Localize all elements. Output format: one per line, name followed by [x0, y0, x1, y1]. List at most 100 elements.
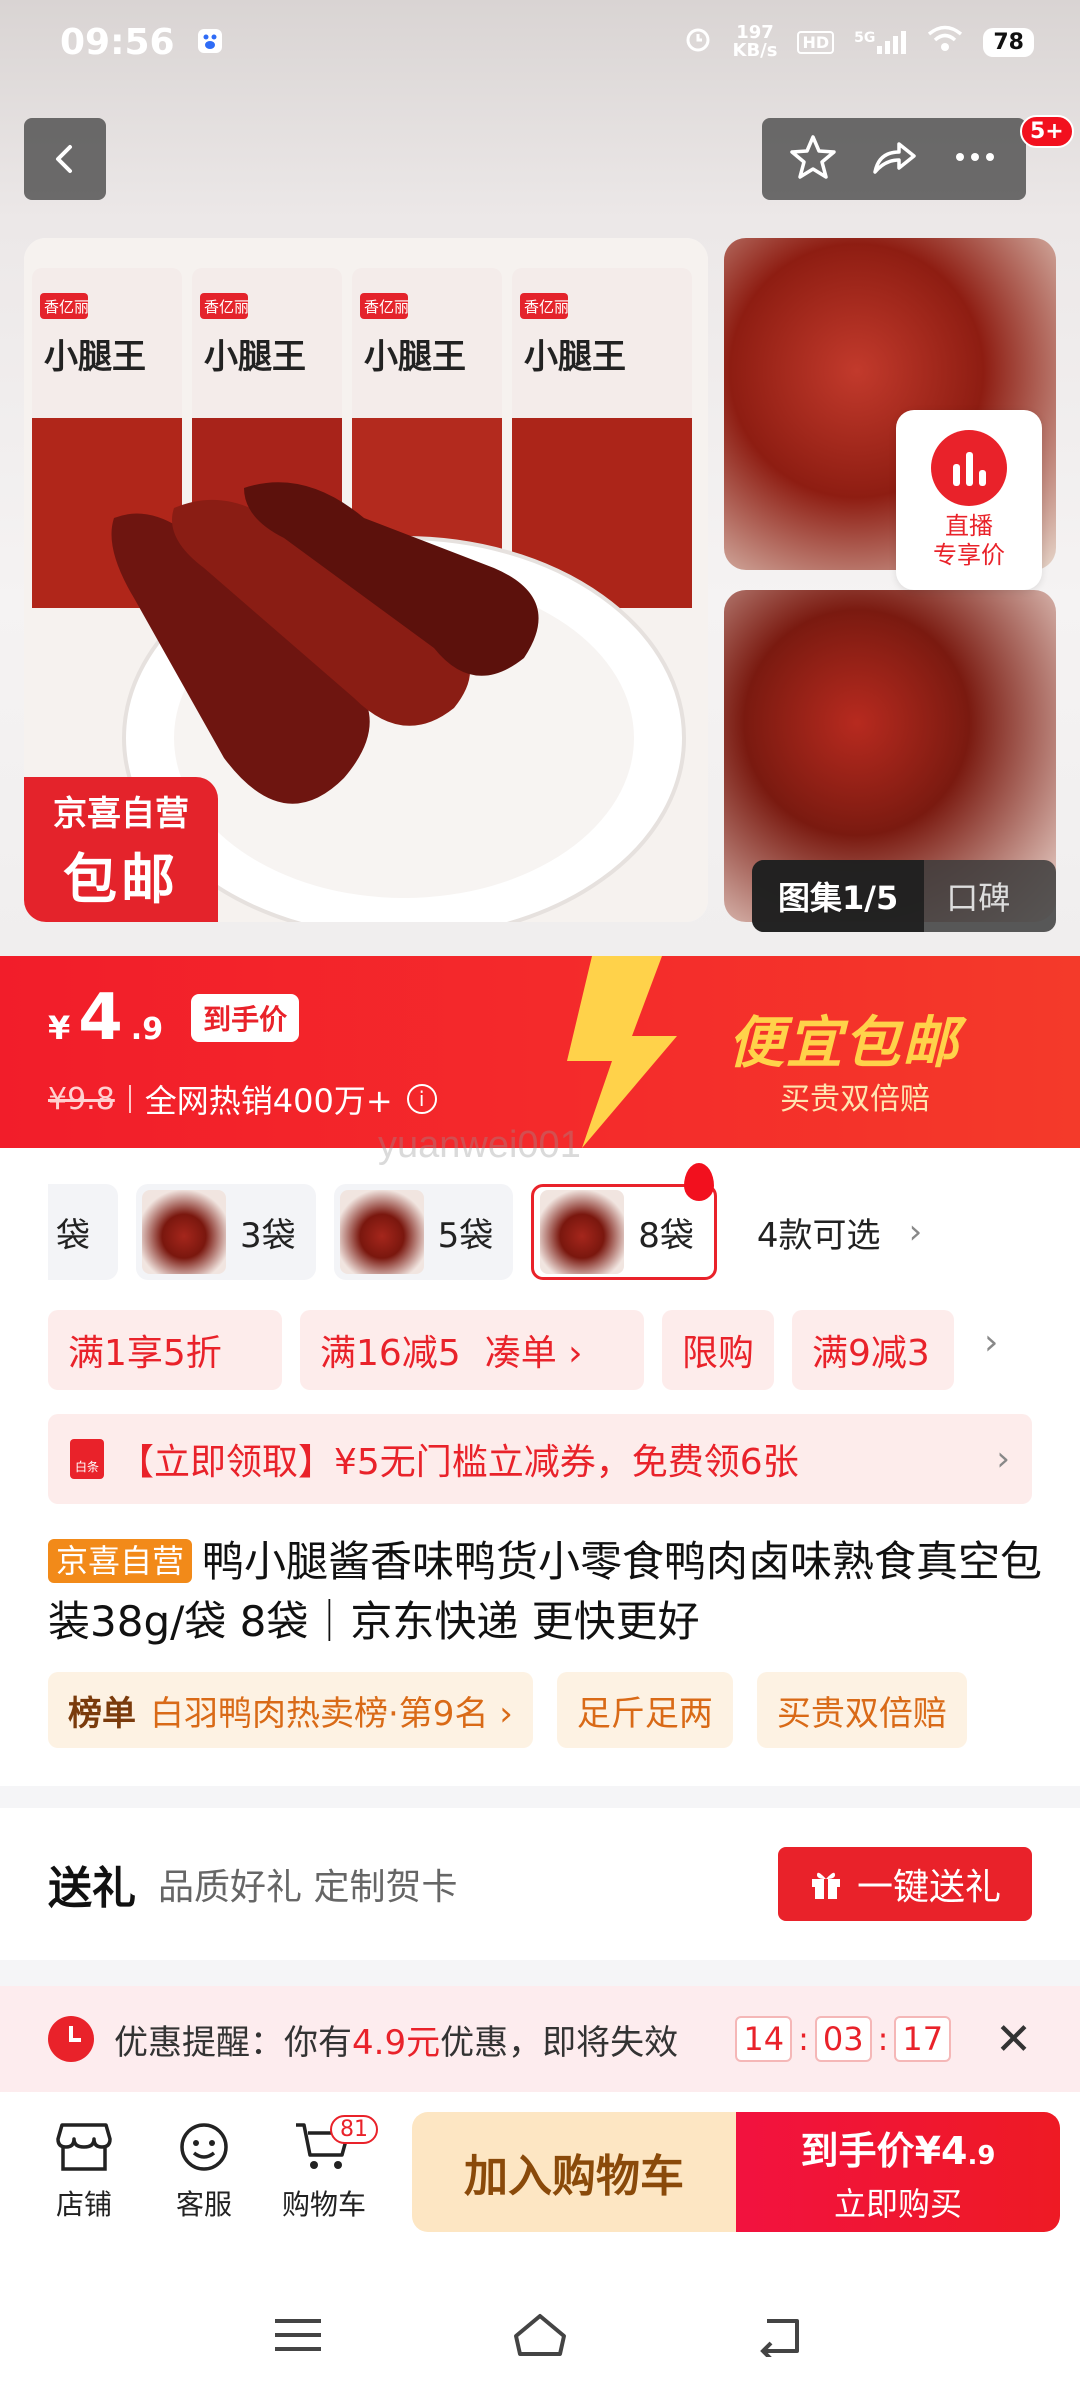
spec-label: 5袋: [437, 1215, 494, 1256]
free-shipping-badge: 京喜自营 包邮: [24, 777, 218, 922]
spec-label: 袋: [56, 1215, 90, 1256]
send-gift-button[interactable]: 一键送礼: [778, 1847, 1032, 1921]
spec-thumb: [339, 1190, 424, 1274]
promo-tag[interactable]: 满1享5折: [48, 1310, 282, 1390]
weight-tag[interactable]: 足斤足两: [556, 1672, 733, 1748]
price-banner: ¥ 4 .9 到手价 ¥9.8 全网热销400万+ i 便宜包邮 买贵双倍赔: [0, 956, 1080, 1148]
ranking-label: 榜单: [68, 1693, 136, 1734]
svg-text:小腿王: 小腿王: [44, 337, 146, 377]
svg-text:小腿王: 小腿王: [204, 337, 306, 377]
live-label: 直播 专享价: [933, 512, 1005, 569]
section-divider: [0, 1786, 1080, 1808]
buy-now-button[interactable]: 到手价¥4.9 立即购买: [736, 2112, 1060, 2232]
net-speed: 197 KB/s: [732, 22, 778, 61]
store-button[interactable]: 店铺: [24, 2121, 144, 2223]
gift-title: 送礼: [48, 1863, 136, 1914]
customer-service-button[interactable]: 客服: [144, 2121, 264, 2223]
gift-section: 送礼 品质好礼 定制贺卡 一键送礼: [0, 1808, 1080, 1960]
store-icon: [56, 2123, 112, 2171]
svg-text:香亿丽: 香亿丽: [364, 298, 409, 316]
buy-price: 到手价¥4.9: [800, 2128, 996, 2173]
top-actions: [762, 118, 1026, 200]
watermark: yuanwei001: [378, 1124, 581, 1166]
price-currency: ¥: [48, 1009, 71, 1047]
promo-tag[interactable]: 限购: [662, 1310, 775, 1390]
spec-option-5[interactable]: 5袋: [333, 1184, 514, 1280]
info-icon[interactable]: i: [406, 1084, 437, 1114]
product-title-text: 鸭小腿酱香味鸭货小零食鸭肉卤味熟食真空包装38g/袋 8袋｜京东快递 更快更好: [48, 1537, 1043, 1646]
notification-badge: 5+: [1020, 115, 1074, 148]
gift-desc: 品质好礼 定制贺卡: [158, 1867, 458, 1908]
promotion-tags: 满1享5折 满16减5 凑单 › 限购 满9减3: [48, 1310, 955, 1390]
promo-label: 满16减5: [320, 1333, 461, 1374]
banner-title: 便宜包邮: [728, 1011, 960, 1076]
free-shipping-label: 包邮: [63, 847, 179, 911]
discount-reminder: 优惠提醒：你有 4.9元 优惠，即将失效 14: 03: 17 ✕: [0, 1986, 1080, 2092]
ranking-text: 白羽鸭肉热卖榜·第9名 ›: [150, 1693, 513, 1734]
signal-icon: 5G: [854, 30, 907, 54]
chevron-right-icon: ›: [996, 1439, 1010, 1479]
spec-option-3[interactable]: 3袋: [136, 1184, 316, 1280]
lightning-icon: [567, 956, 677, 1148]
service-label: 客服: [175, 2188, 232, 2221]
spec-label: 3袋: [240, 1215, 296, 1256]
chevron-right-icon: ›: [908, 1212, 923, 1252]
close-icon[interactable]: ✕: [995, 2014, 1032, 2065]
add-to-cart-button[interactable]: 加入购物车: [412, 2112, 736, 2232]
self-operated-label: 京喜自营: [53, 793, 189, 834]
store-label: 店铺: [55, 2188, 112, 2221]
live-stream-icon: [931, 430, 1007, 507]
chat-smile-icon: [180, 2123, 228, 2171]
more-specs-link[interactable]: 4款可选 ›: [757, 1208, 922, 1257]
more-button[interactable]: [950, 132, 1000, 186]
live-price-card[interactable]: 直播 专享价: [896, 410, 1042, 590]
bottom-action-bar: 店铺 客服 81 购物车 加入购物车 到手价¥4.9 立即购买: [0, 2092, 1080, 2252]
coupon-icon: 白条: [70, 1439, 104, 1479]
favorite-button[interactable]: [788, 132, 838, 186]
self-operated-tag: 京喜自营: [48, 1539, 193, 1583]
ranking-tag[interactable]: 榜单 白羽鸭肉热卖榜·第9名 ›: [48, 1672, 533, 1748]
cart-label: 购物车: [281, 2188, 366, 2221]
spec-label: 8袋: [638, 1215, 694, 1256]
final-price-chip: 到手价: [191, 994, 300, 1042]
price-decimal: .9: [130, 1012, 164, 1047]
gallery-switch: 图集1/5 口碑: [752, 860, 1056, 932]
reviews-tab[interactable]: 口碑: [924, 873, 1032, 919]
section-divider: [0, 1960, 1080, 1986]
reminder-suffix: 优惠，即将失效: [440, 2022, 679, 2063]
coupon-banner[interactable]: 白条 【立即领取】¥5无门槛立减券，免费领6张 ›: [48, 1414, 1032, 1504]
back-nav-icon[interactable]: [757, 2313, 807, 2357]
gallery-counter-tab[interactable]: 图集1/5: [752, 860, 925, 932]
svg-text:小腿王: 小腿王: [524, 337, 626, 377]
promo-tag[interactable]: 满16减5 凑单 ›: [300, 1310, 644, 1390]
countdown-timer: 14: 03: 17: [735, 2016, 952, 2062]
wifi-icon: [927, 25, 963, 59]
back-button[interactable]: [24, 118, 106, 200]
promo-tag[interactable]: 满9减3: [792, 1310, 955, 1390]
spec-option-8-selected[interactable]: 8袋: [531, 1163, 717, 1280]
price-guarantee-tag[interactable]: 买贵双倍赔: [756, 1672, 967, 1748]
sales-text: 全网热销400万+: [144, 1082, 393, 1120]
timer-seconds: 17: [894, 2016, 952, 2062]
more-dots-icon: [956, 153, 995, 161]
spec-option-partial[interactable]: 袋: [48, 1184, 118, 1280]
menu-icon[interactable]: [273, 2315, 323, 2355]
hd-badge: HD: [797, 30, 835, 54]
home-icon[interactable]: [510, 2310, 570, 2360]
share-button[interactable]: [869, 132, 919, 186]
original-price: ¥9.8: [48, 1081, 115, 1117]
product-title: 京喜自营 鸭小腿酱香味鸭货小零食鸭肉卤味熟食真空包装38g/袋 8袋｜京东快递 更…: [48, 1532, 1048, 1652]
cart-button[interactable]: 81 购物车: [264, 2115, 384, 2223]
spec-selector: 袋 3袋 5袋 8袋 4款可选 ›: [0, 1163, 1080, 1284]
more-specs-label: 4款可选: [756, 1215, 881, 1256]
clock-icon: [48, 2016, 94, 2062]
alarm-icon: [683, 24, 713, 60]
star-icon: [789, 135, 836, 179]
share-icon: [873, 142, 916, 174]
battery-level: 78: [983, 27, 1034, 57]
send-gift-label: 一键送礼: [856, 1867, 1001, 1908]
banner-subtitle: 买贵双倍赔: [780, 1082, 930, 1117]
chevron-right-icon[interactable]: ›: [984, 1322, 998, 1363]
svg-text:香亿丽: 香亿丽: [524, 298, 569, 316]
coupon-text: 【立即领取】¥5无门槛立减券，免费领6张: [118, 1442, 799, 1483]
